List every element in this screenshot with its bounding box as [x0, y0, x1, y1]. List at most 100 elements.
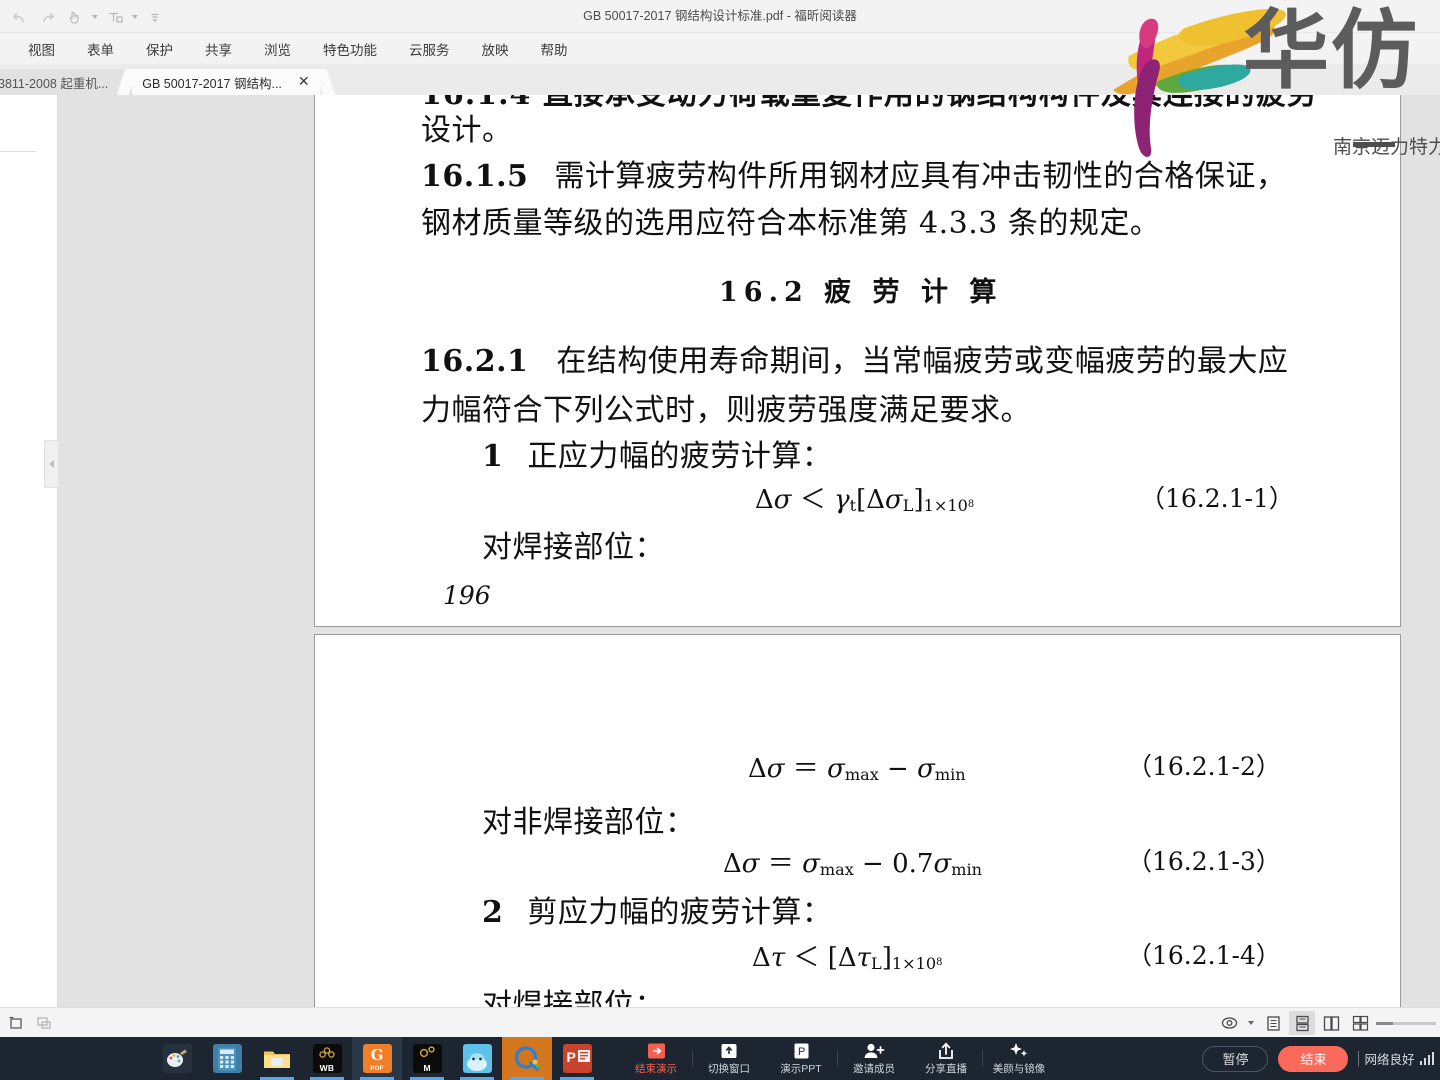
- hand-tool-chevron-down-icon[interactable]: [90, 5, 100, 29]
- q-browser-icon: [513, 1044, 542, 1073]
- slider-fill: [1376, 1021, 1393, 1025]
- anime-app-icon: [462, 1044, 492, 1073]
- tab-gb50017[interactable]: GB 50017-2017 钢结构... ✕: [117, 69, 335, 95]
- clause-16-1-5: 16.1.5 需计算疲劳构件所用钢材应具有冲击韧性的合格保证，: [421, 151, 1286, 195]
- end-button[interactable]: 结束: [1278, 1045, 1349, 1072]
- meeting-label: 结束演示: [635, 1063, 677, 1075]
- visibility-icon[interactable]: [1216, 1011, 1242, 1035]
- taskbar-pdf-reader-app[interactable]: G PDF: [352, 1037, 402, 1080]
- share-live-button[interactable]: 分享直播: [910, 1037, 982, 1080]
- menu-item-share[interactable]: 共享: [189, 36, 248, 62]
- list-text: 剪应力幅的疲劳计算：: [527, 895, 833, 930]
- taskbar-anime-app[interactable]: [452, 1037, 502, 1080]
- taskbar-q-browser-app[interactable]: [502, 1037, 552, 1080]
- invite-members-button[interactable]: 邀请成员: [838, 1037, 910, 1080]
- pause-button[interactable]: 暂停: [1202, 1045, 1269, 1072]
- single-page-view-icon[interactable]: [1260, 1011, 1286, 1035]
- tab-label: GB 50017-2017 钢结构...: [142, 76, 282, 91]
- taskbar-powerpoint-app[interactable]: P: [552, 1037, 602, 1080]
- copy-page-icon[interactable]: [4, 1011, 28, 1034]
- clipped-paragraph-top: 16.1.4 直接承受动力荷载重复作用的钢结构构件及其连接的疲劳: [421, 95, 1318, 113]
- close-icon[interactable]: ✕: [298, 75, 310, 89]
- tab-gb3811[interactable]: 3811-2008 起重机...: [0, 69, 134, 95]
- taskbar-file-explorer-app[interactable]: [252, 1037, 302, 1080]
- signal-icon: [1419, 1052, 1434, 1065]
- status-left-tools: [4, 1011, 56, 1034]
- list-number: 1: [482, 439, 504, 474]
- taskbar-app-icons: WB G PDF M P: [152, 1037, 602, 1080]
- menu-item-cloud[interactable]: 云服务: [393, 36, 466, 62]
- text-select-icon[interactable]: [102, 5, 128, 29]
- present-ppt-button[interactable]: P 演示PPT: [765, 1037, 837, 1080]
- ppt-icon: P: [793, 1041, 810, 1060]
- paragraph-line: 对焊接部位：: [482, 530, 665, 565]
- collapse-panel-handle[interactable]: [44, 440, 58, 488]
- document-tab-bar: 3811-2008 起重机... GB 50017-2017 钢结构... ✕: [0, 65, 1440, 95]
- menu-item-browse[interactable]: 浏览: [248, 36, 307, 62]
- divider: [0, 151, 36, 152]
- beauty-mirror-button[interactable]: 美颜与镜像: [983, 1037, 1055, 1080]
- meeting-label: 邀请成员: [853, 1063, 895, 1075]
- menu-bar: 视图 表单 保护 共享 浏览 特色功能 云服务 放映 帮助: [0, 33, 1440, 65]
- list-number: 2: [482, 895, 504, 930]
- taskbar-paint-app[interactable]: [152, 1037, 202, 1080]
- more-icon[interactable]: [142, 5, 168, 29]
- taskbar: WB G PDF M P 结束演示 切换窗口 P 演示PPT 邀请成员 分享直播…: [0, 1037, 1440, 1080]
- formula-number: （16.2.1-4）: [1127, 941, 1281, 970]
- paragraph-line: 力幅符合下列公式时，则疲劳强度满足要求。: [421, 393, 1031, 428]
- switch-window-button[interactable]: 切换窗口: [693, 1037, 765, 1080]
- document-viewport[interactable]: 16.1.4 直接承受动力荷载重复作用的钢结构构件及其连接的疲劳 设计。 16.…: [58, 95, 1440, 1007]
- hand-icon[interactable]: [62, 5, 88, 29]
- continuous-page-view-icon[interactable]: [1289, 1011, 1315, 1035]
- quick-access-toolbar: [6, 4, 168, 30]
- m-app-icon: M: [412, 1044, 442, 1073]
- clause-text: 需计算疲劳构件所用钢材应具有冲击韧性的合格保证，: [554, 159, 1287, 194]
- window-title: GB 50017-2017 钢结构设计标准.pdf - 福昕阅读器: [583, 9, 857, 23]
- clause-number: 16.1.5: [421, 159, 529, 194]
- upload-window-icon: [720, 1041, 738, 1060]
- formula-number: （16.2.1-2）: [1127, 752, 1281, 781]
- formula-number: （16.2.1-1）: [1140, 484, 1294, 513]
- taskbar-m-app[interactable]: M: [402, 1037, 452, 1080]
- pdf-page-196: 16.1.4 直接承受动力荷载重复作用的钢结构构件及其连接的疲劳 设计。 16.…: [314, 95, 1401, 627]
- meeting-label: 分享直播: [925, 1063, 967, 1075]
- undo-icon[interactable]: [6, 5, 32, 29]
- meeting-label: 演示PPT: [780, 1063, 822, 1075]
- app-root: GB 50017-2017 钢结构设计标准.pdf - 福昕阅读器 视图 表单: [0, 0, 1440, 1080]
- taskbar-calculator-app[interactable]: [202, 1037, 252, 1080]
- clause-text: 在结构使用寿命期间，当常幅疲劳或变幅疲劳的最大应: [556, 344, 1289, 379]
- formula-16-2-1-4: Δτ ＜ [ΔτL]1×108: [752, 943, 943, 973]
- page-number: 196: [443, 581, 491, 610]
- pdf-status-bar: [0, 1007, 1440, 1037]
- network-status[interactable]: 网络良好: [1358, 1049, 1434, 1068]
- calculator-icon: [212, 1044, 242, 1073]
- zoom-slider[interactable]: [1376, 1011, 1436, 1035]
- paragraph-line: 钢材质量等级的选用应符合本标准第 4.3.3 条的规定。: [421, 206, 1161, 241]
- menu-item-features[interactable]: 特色功能: [307, 36, 393, 62]
- taskbar-wb-app[interactable]: WB: [302, 1037, 352, 1080]
- network-label: 网络良好: [1364, 1053, 1415, 1067]
- tab-label: 3811-2008 起重机...: [0, 76, 109, 91]
- powerpoint-icon: P: [562, 1044, 592, 1073]
- list-text: 正应力幅的疲劳计算：: [527, 439, 833, 474]
- meeting-label: 切换窗口: [708, 1063, 750, 1075]
- left-navigation-rail: [0, 95, 58, 1007]
- taskbar-right-controls: 暂停 结束 网络良好: [1202, 1037, 1434, 1080]
- paint-icon: [162, 1044, 192, 1073]
- end-presentation-button[interactable]: 结束演示: [620, 1037, 692, 1080]
- visibility-chevron-down-icon[interactable]: [1245, 1011, 1257, 1035]
- two-page-continuous-view-icon[interactable]: [1347, 1011, 1373, 1035]
- menu-item-protect[interactable]: 保护: [130, 36, 189, 62]
- menu-item-form[interactable]: 表单: [71, 36, 130, 62]
- formula-16-2-1-2: Δσ ＝ σmax − σmin: [748, 754, 966, 784]
- text-select-chevron-down-icon[interactable]: [130, 5, 140, 29]
- menu-item-help[interactable]: 帮助: [525, 36, 584, 62]
- menu-item-view[interactable]: 视图: [12, 36, 71, 62]
- paste-page-icon[interactable]: [32, 1011, 56, 1034]
- clause-16-2-1: 16.2.1 在结构使用寿命期间，当常幅疲劳或变幅疲劳的最大应: [421, 336, 1288, 380]
- menu-item-presentation[interactable]: 放映: [466, 36, 525, 62]
- section-heading: 16.2 疲 劳 计 算: [719, 277, 1003, 308]
- redo-icon[interactable]: [34, 5, 60, 29]
- exit-presentation-icon: [647, 1041, 666, 1060]
- two-page-view-icon[interactable]: [1318, 1011, 1344, 1035]
